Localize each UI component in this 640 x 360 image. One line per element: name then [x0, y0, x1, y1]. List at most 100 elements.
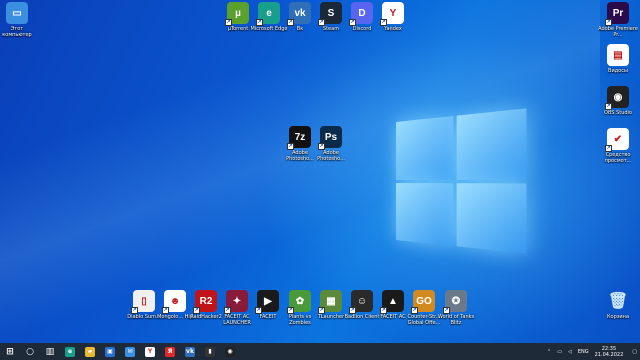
store-icon: ▣: [105, 346, 115, 357]
taskbar-button[interactable]: ▰: [80, 343, 100, 360]
desktop-icon[interactable]: 🗑 Корзина: [598, 290, 638, 320]
shortcut-arrow-icon: ↗: [380, 19, 387, 26]
desktop-icon-label: Adobe Photosho...: [317, 150, 345, 162]
launcher-icon: ✦ ↗: [224, 290, 248, 314]
desktop-icon-label: Средство просмот...: [604, 152, 632, 164]
volume-icon[interactable]: ◁: [568, 349, 572, 355]
desktop-icon[interactable]: ◉ ↗ OBS Studio: [598, 86, 638, 116]
desktop-icon-label: Adobe Premiere Pr...: [598, 26, 638, 38]
shortcut-arrow-icon: ↗: [318, 307, 325, 314]
steam-icon: S ↗: [318, 2, 342, 26]
desktop-icon-label: Видосы: [608, 68, 628, 74]
shortcut-arrow-icon: ↗: [225, 19, 232, 26]
logo-pane: [456, 108, 527, 180]
logo-pane: [396, 182, 453, 246]
yandex-taskbar-icon: Y: [145, 346, 155, 357]
shortcut-arrow-icon: ↗: [380, 307, 387, 314]
desktop-icon[interactable]: Pr ↗ Adobe Premiere Pr...: [598, 2, 638, 38]
wotb-icon: ✪ ↗: [443, 290, 467, 314]
system-tray: ⌃ ▭ ◁ ENG 22:35 21.04.2022 ▢: [544, 343, 640, 360]
csgo-icon: GO ↗: [411, 290, 435, 314]
taskbar-button[interactable]: ▥: [40, 343, 60, 360]
logo-pane: [396, 116, 453, 180]
desktop-icon[interactable]: ▤ Видосы: [598, 44, 638, 74]
taskbar-button[interactable]: ◉: [220, 343, 240, 360]
edge-icon: e ↗: [256, 2, 280, 26]
chevron-up-icon[interactable]: ⌃: [547, 349, 551, 355]
shortcut-arrow-icon: ↗: [411, 307, 418, 314]
yandex-icon: Y ↗: [380, 2, 404, 26]
desktop-icon-label: Yandex: [384, 26, 402, 32]
taskbar-button[interactable]: ▣: [100, 343, 120, 360]
shortcut-arrow-icon: ↗: [349, 307, 356, 314]
shortcut-arrow-icon: ↗: [605, 19, 612, 26]
search-icon: ○: [26, 346, 34, 357]
vk-taskbar-icon: vk: [185, 346, 195, 357]
folder-icon: ▤: [607, 44, 629, 66]
terminal-icon: ▮: [205, 346, 215, 357]
taskbar-button[interactable]: ▮: [200, 343, 220, 360]
utorrent-icon: µ ↗: [225, 2, 249, 26]
taskbar-button[interactable]: ⊞: [0, 343, 20, 360]
minecraft-icon: ▦ ↗: [318, 290, 342, 314]
notifications-icon[interactable]: ▢: [632, 349, 637, 355]
shortcut-arrow-icon: ↗: [605, 145, 612, 152]
vk-icon: vk ↗: [287, 2, 311, 26]
document-icon: ▯ ↗: [131, 290, 155, 314]
desktop-icon-label: World of Tanks Blitz: [437, 314, 475, 326]
clock-date: 21.04.2022: [594, 351, 624, 358]
clock[interactable]: 22:35 21.04.2022: [595, 346, 624, 358]
game-icon: ☻ ↗: [162, 290, 186, 314]
desktop-icon[interactable]: ▭ Этот компьютер: [0, 2, 37, 38]
taskbar-items: ⊞ ○ ▥ e ▰ ▣ ✉ Y Яvk ▮ ◉: [0, 343, 240, 360]
premiere-icon: Pr ↗: [605, 2, 629, 26]
shortcut-arrow-icon: ↗: [318, 143, 325, 150]
shortcut-arrow-icon: ↗: [162, 307, 169, 314]
shortcut-arrow-icon: ↗: [318, 19, 325, 26]
taskbar-button[interactable]: Y: [140, 343, 160, 360]
desktop-icon[interactable]: ✪ ↗ World of Tanks Blitz: [436, 290, 476, 326]
shortcut-arrow-icon: ↗: [287, 19, 294, 26]
this-pc-icon: ▭: [6, 2, 28, 24]
desktop-icon-label: Этот компьютер: [2, 26, 32, 38]
desktop-icon[interactable]: Ps ↗ Adobe Photosho...: [311, 126, 351, 162]
mail-icon: ✉: [125, 346, 135, 357]
recycle-bin-icon: 🗑: [607, 293, 629, 310]
taskbar-button[interactable]: ○: [20, 343, 40, 360]
start-icon: ⊞: [6, 346, 14, 357]
explorer-icon: ▰: [85, 346, 95, 357]
taskbar: ⊞ ○ ▥ e ▰ ▣ ✉ Y Яvk ▮ ◉ ⌃ ▭ ◁ ENG 22:35 21.04.2022…: [0, 343, 640, 360]
faceit-icon: ▶ ↗: [255, 290, 279, 314]
network-icon[interactable]: ▭: [557, 349, 562, 355]
pvz-icon: ✿ ↗: [287, 290, 311, 314]
obs-icon: ◉ ↗: [605, 86, 629, 110]
shortcut-arrow-icon: ↗: [349, 19, 356, 26]
shortcut-arrow-icon: ↗: [193, 307, 200, 314]
taskbar-button[interactable]: vk: [180, 343, 200, 360]
task-view-icon: ▥: [45, 346, 55, 357]
desktop-icon-label: OBS Studio: [604, 110, 632, 116]
language-indicator[interactable]: ENG: [578, 349, 589, 355]
shortcut-arrow-icon: ↗: [224, 307, 231, 314]
desktop-icon[interactable]: Y ↗ Yandex: [373, 2, 413, 32]
badlion-icon: ☺ ↗: [349, 290, 373, 314]
browser-taskbar-icon: Я: [165, 346, 175, 357]
desktop-icon-label: Корзина: [606, 314, 630, 320]
shortcut-arrow-icon: ↗: [287, 143, 294, 150]
desktop-icon[interactable]: ✔ ↗ Средство просмот...: [598, 128, 638, 164]
taskbar-button[interactable]: Я: [160, 343, 180, 360]
shortcut-arrow-icon: ↗: [287, 307, 294, 314]
shortcut-arrow-icon: ↗: [605, 103, 612, 110]
discord-icon: D ↗: [349, 2, 373, 26]
faceit-ac-icon: ▲ ↗: [380, 290, 404, 314]
photoshop-icon: Ps ↗: [318, 126, 342, 150]
logo-pane: [456, 182, 527, 254]
taskbar-button[interactable]: ✉: [120, 343, 140, 360]
7zip-icon: 7z ↗: [287, 126, 311, 150]
r2-icon: R2 ↗: [193, 290, 217, 314]
taskbar-button[interactable]: e: [60, 343, 80, 360]
edge-taskbar-icon: e: [65, 346, 75, 357]
shortcut-arrow-icon: ↗: [256, 19, 263, 26]
viewer-icon: ✔ ↗: [605, 128, 629, 152]
shortcut-arrow-icon: ↗: [131, 307, 138, 314]
